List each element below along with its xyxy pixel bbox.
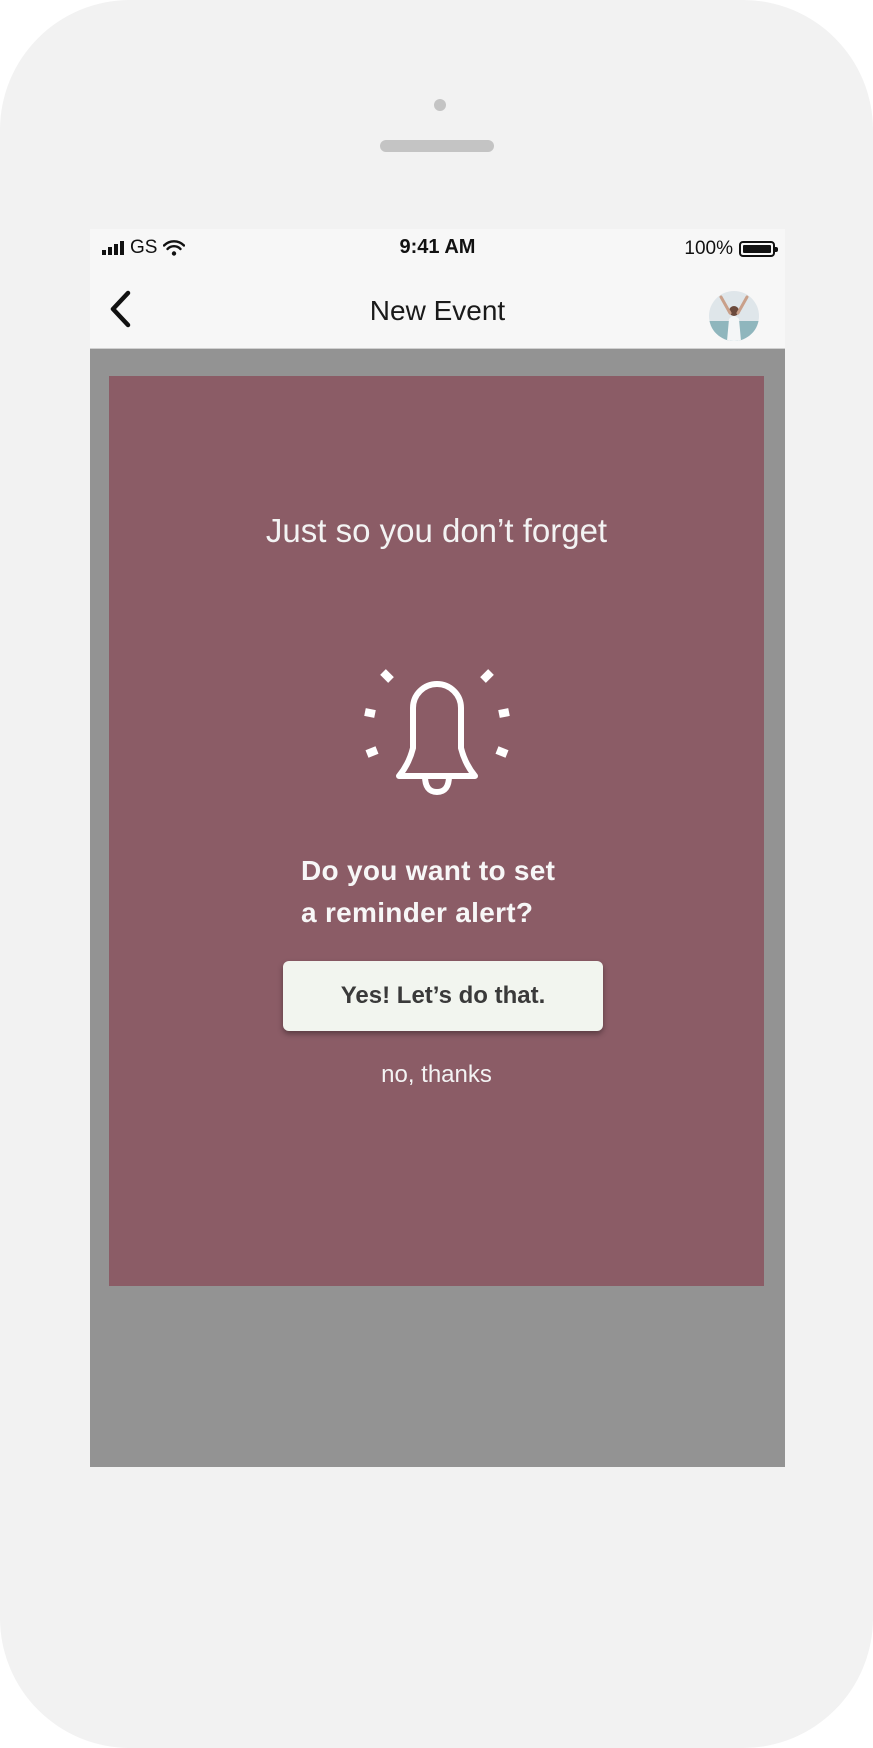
- bell-icon: [364, 669, 510, 795]
- battery-icon: [739, 241, 778, 257]
- dialog-heading: Just so you don’t forget: [265, 512, 608, 549]
- reminder-dialog: Just so you don’t forget Do you want to …: [109, 376, 764, 1286]
- screen: GS 9:41 AM 100% New Event Just so you do…: [90, 229, 785, 1467]
- question-line-1: Do you want to set: [301, 855, 556, 886]
- phone-frame: GS 9:41 AM 100% New Event Just so you do…: [0, 0, 873, 1748]
- status-bar: GS 9:41 AM 100%: [90, 229, 785, 273]
- avatar[interactable]: [709, 291, 759, 341]
- camera-dot: [434, 99, 446, 111]
- decline-link[interactable]: no, thanks: [109, 1061, 764, 1089]
- navigation-bar: New Event: [90, 273, 785, 349]
- page-title: New Event: [369, 295, 506, 326]
- status-time: 9:41 AM: [399, 236, 476, 258]
- reminder-question: Do you want to set a reminder alert?: [301, 850, 555, 934]
- question-line-2: a reminder alert?: [301, 897, 534, 928]
- battery-percent: 100%: [684, 238, 733, 259]
- avatar-image: [709, 291, 759, 341]
- speaker-grille: [380, 140, 494, 152]
- confirm-reminder-button[interactable]: Yes! Let’s do that.: [283, 961, 603, 1031]
